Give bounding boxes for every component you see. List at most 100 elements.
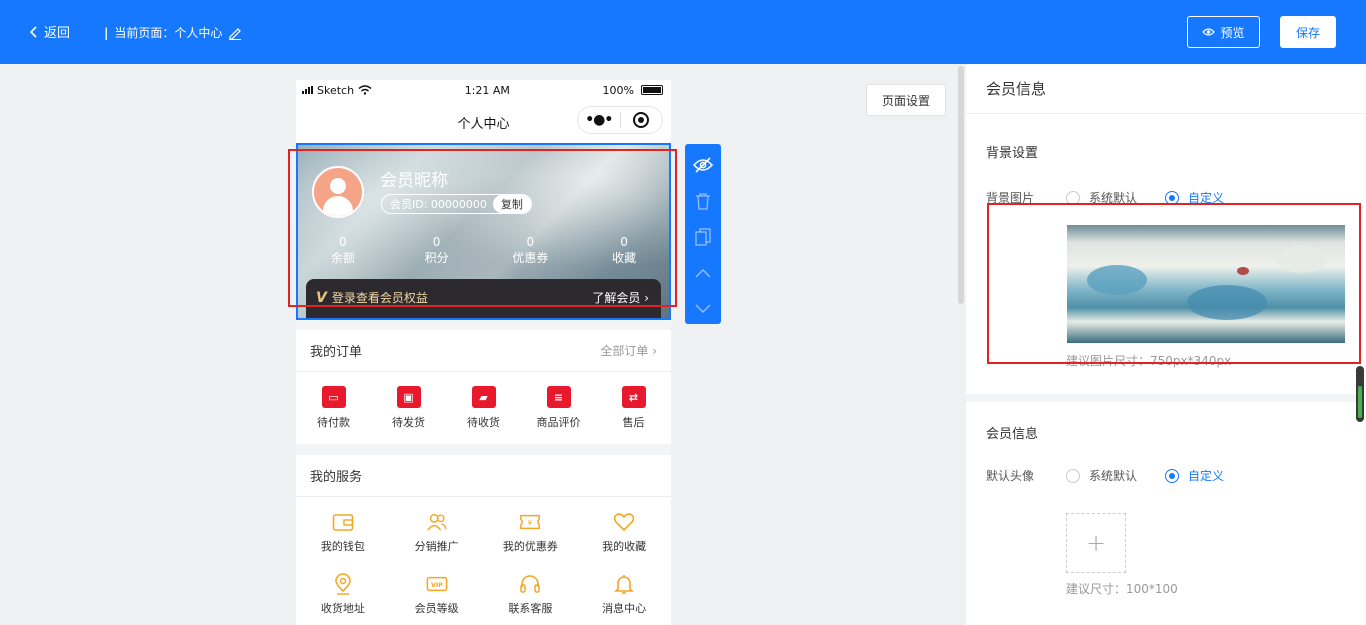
phone-page-title: 个人中心 bbox=[457, 116, 510, 132]
svg-text:¥: ¥ bbox=[528, 518, 533, 527]
order-pending-payment[interactable]: ▭ 待付款 bbox=[296, 386, 371, 430]
background-field-label: 背景图片 bbox=[986, 191, 1035, 205]
move-down-icon[interactable] bbox=[693, 298, 713, 320]
hide-icon[interactable] bbox=[693, 154, 713, 176]
order-item-label: 商品评价 bbox=[536, 416, 581, 429]
back-button[interactable]: 返回 bbox=[30, 22, 70, 41]
miniprogram-capsule: •●• bbox=[577, 106, 663, 134]
option-label: 自定义 bbox=[1188, 469, 1225, 483]
vip-icon: VIP bbox=[426, 573, 448, 595]
stat-balance[interactable]: 0 余额 bbox=[296, 234, 390, 266]
order-pending-shipment[interactable]: ▣ 待发货 bbox=[371, 386, 446, 430]
chevron-left-icon bbox=[30, 25, 37, 38]
service-label: 分销推广 bbox=[414, 539, 459, 553]
stat-label: 余额 bbox=[330, 251, 355, 265]
background-section-title: 背景设置 bbox=[986, 146, 1039, 161]
svg-text:VIP: VIP bbox=[431, 581, 443, 589]
signal-icon bbox=[302, 86, 313, 94]
stat-points[interactable]: 0 积分 bbox=[390, 234, 484, 266]
vip-icon: V bbox=[316, 289, 327, 306]
service-label: 我的钱包 bbox=[320, 539, 365, 553]
service-member-level[interactable]: VIP 会员等级 bbox=[390, 563, 484, 625]
services-grid: 我的钱包 分销推广 ¥ 我的优惠券 我的收藏 收货地址 VIP 会员等级 联系客… bbox=[296, 497, 671, 625]
phone-preview: Sketch 1:21 AM 100% 个人中心 •●• 会员昵称 会员ID: … bbox=[296, 80, 671, 625]
component-toolbar bbox=[685, 144, 721, 324]
order-after-sales[interactable]: ⇄ 售后 bbox=[596, 386, 671, 430]
wallet-icon: ▭ bbox=[321, 386, 346, 408]
bg-option-custom[interactable]: 自定义 bbox=[1165, 189, 1224, 206]
service-wallet[interactable]: 我的钱包 bbox=[296, 501, 390, 563]
avatar-upload-button[interactable]: + bbox=[1066, 513, 1126, 573]
bg-option-default[interactable]: 系统默认 bbox=[1066, 189, 1137, 206]
order-item-label: 待发货 bbox=[392, 416, 425, 429]
top-bar: 返回 | 当前页面：个人中心 预览 保存 bbox=[0, 0, 1366, 64]
stat-label: 积分 bbox=[424, 251, 449, 265]
service-coupons[interactable]: ¥ 我的优惠券 bbox=[484, 501, 578, 563]
service-favorites[interactable]: 我的收藏 bbox=[577, 501, 671, 563]
stat-coupons[interactable]: 0 优惠券 bbox=[484, 234, 578, 266]
copy-button[interactable]: 复制 bbox=[492, 195, 531, 213]
radio-button[interactable] bbox=[1066, 468, 1080, 483]
carrier: Sketch bbox=[317, 83, 355, 97]
eye-icon bbox=[1202, 28, 1216, 36]
vip-text: 登录查看会员权益 bbox=[331, 291, 428, 305]
panel-scrollbar[interactable] bbox=[1356, 366, 1364, 422]
save-button[interactable]: 保存 bbox=[1280, 16, 1336, 48]
avatar-option-custom[interactable]: 自定义 bbox=[1165, 467, 1224, 484]
stat-value: 0 bbox=[526, 235, 535, 249]
service-distribution[interactable]: 分销推广 bbox=[390, 501, 484, 563]
orders-card: 我的订单 全部订单 › ▭ 待付款 ▣ 待发货 ▰ 待收货 ≡ 商品评价 ⇄ 售后 bbox=[296, 330, 671, 444]
radio-button[interactable] bbox=[1066, 190, 1080, 205]
vip-link[interactable]: 了解会员 › bbox=[592, 289, 649, 306]
phone-status-bar: Sketch 1:21 AM 100% bbox=[296, 80, 671, 100]
background-image-preview[interactable] bbox=[1067, 225, 1345, 343]
vip-link-label: 了解会员 bbox=[592, 291, 641, 305]
copy-icon[interactable] bbox=[693, 226, 713, 248]
orders-header: 我的订单 全部订单 › bbox=[296, 330, 671, 372]
headset-icon bbox=[519, 573, 541, 595]
chevron-right-icon: › bbox=[652, 344, 657, 358]
avatar-option-default[interactable]: 系统默认 bbox=[1066, 467, 1137, 484]
refund-icon: ⇄ bbox=[621, 386, 646, 408]
option-label: 系统默认 bbox=[1089, 191, 1138, 205]
order-review[interactable]: ≡ 商品评价 bbox=[521, 386, 596, 430]
default-avatar-row: 默认头像 系统默认 自定义 bbox=[966, 467, 1252, 484]
option-label: 自定义 bbox=[1188, 191, 1225, 205]
stat-favorites[interactable]: 0 收藏 bbox=[577, 234, 671, 266]
delete-icon[interactable] bbox=[693, 190, 713, 212]
all-orders-link[interactable]: 全部订单 › bbox=[600, 342, 657, 359]
member-stats: 0 余额 0 积分 0 优惠券 0 收藏 bbox=[296, 234, 671, 266]
service-label: 我的优惠券 bbox=[502, 539, 558, 553]
package-icon: ▣ bbox=[396, 386, 421, 408]
order-status-row: ▭ 待付款 ▣ 待发货 ▰ 待收货 ≡ 商品评价 ⇄ 售后 bbox=[296, 372, 671, 444]
preview-button[interactable]: 预览 bbox=[1187, 16, 1260, 48]
canvas-scrollbar[interactable] bbox=[958, 66, 964, 304]
service-messages[interactable]: 消息中心 bbox=[577, 563, 671, 625]
truck-icon: ▰ bbox=[471, 386, 496, 408]
radio-button[interactable] bbox=[1165, 190, 1180, 205]
section-divider bbox=[966, 394, 1356, 402]
service-label: 收货地址 bbox=[320, 601, 365, 615]
service-address[interactable]: 收货地址 bbox=[296, 563, 390, 625]
member-card[interactable]: 会员昵称 会员ID: 00000000 复制 0 余额 0 积分 0 优惠券 0 收藏 … bbox=[296, 144, 671, 319]
stat-value: 0 bbox=[339, 235, 347, 249]
preview-label: 预览 bbox=[1220, 25, 1245, 40]
member-id-text: 会员ID: 00000000 bbox=[390, 198, 487, 211]
service-contact[interactable]: 联系客服 bbox=[484, 563, 578, 625]
stat-label: 优惠券 bbox=[512, 251, 549, 265]
radio-button[interactable] bbox=[1165, 468, 1180, 483]
services-card: 我的服务 我的钱包 分销推广 ¥ 我的优惠券 我的收藏 收货地址 VIP 会员等… bbox=[296, 455, 671, 625]
separator: | bbox=[104, 25, 109, 40]
battery-percent: 100% bbox=[602, 83, 634, 97]
avatar-size-hint: 建议尺寸：100*100 bbox=[1066, 582, 1178, 596]
phone-nav-bar: 个人中心 •●• bbox=[296, 100, 671, 144]
current-page-indicator: | 当前页面：个人中心 bbox=[104, 24, 242, 41]
location-icon bbox=[332, 572, 354, 595]
move-up-icon[interactable] bbox=[693, 262, 713, 284]
page-settings-button[interactable]: 页面设置 bbox=[866, 84, 946, 116]
chevron-right-icon: › bbox=[644, 291, 649, 305]
edit-icon[interactable] bbox=[228, 26, 242, 40]
vip-bar[interactable]: V 登录查看会员权益 了解会员 › bbox=[306, 279, 661, 319]
order-pending-receipt[interactable]: ▰ 待收货 bbox=[446, 386, 521, 430]
member-section-title: 会员信息 bbox=[986, 427, 1039, 442]
